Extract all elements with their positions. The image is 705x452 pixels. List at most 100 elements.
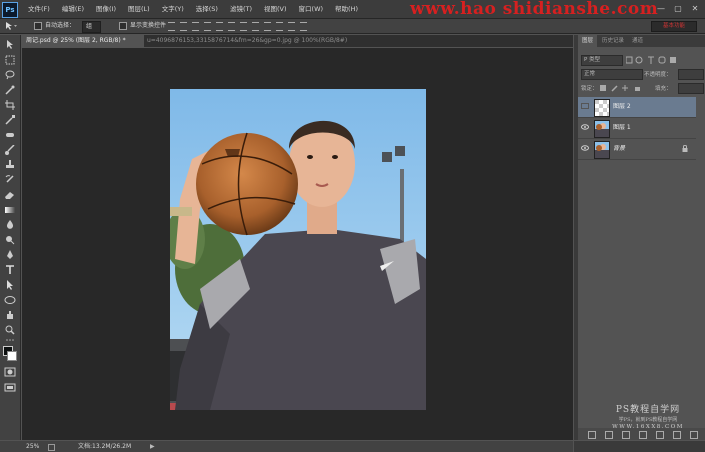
distribute-right-icon[interactable] [300, 22, 307, 31]
new-group-icon[interactable] [656, 431, 664, 439]
minimize-button[interactable]: — [654, 3, 668, 14]
layer-row[interactable]: 背景 [578, 139, 696, 160]
auto-select-dropdown[interactable]: 组 [82, 21, 102, 33]
blur-tool-icon[interactable] [4, 220, 16, 230]
adjustment-layer-icon[interactable] [639, 431, 647, 439]
align-bottom-icon[interactable] [192, 22, 199, 31]
workspace-switcher[interactable]: 基本功能 [651, 21, 697, 32]
link-layers-icon[interactable] [588, 431, 596, 439]
options-bar: 自动选择： 组 显示变换控件 基本功能 [0, 19, 705, 34]
brush-tool-icon[interactable] [4, 144, 16, 155]
menu-filter[interactable]: 滤镜(T) [224, 0, 258, 18]
status-left-filler [0, 441, 22, 452]
layer-row[interactable]: 图层 2 [578, 97, 696, 118]
layer-thumbnail [594, 99, 610, 117]
type-tool-icon[interactable] [4, 265, 16, 275]
auto-select-checkbox[interactable]: 自动选择： [34, 21, 75, 31]
healing-brush-tool-icon[interactable] [4, 130, 16, 140]
tab-second-document[interactable]: u=4096876153,3315876714&fm=26&gp=0.jpg @… [143, 35, 367, 47]
shape-tool-icon[interactable] [4, 295, 16, 305]
opacity-input[interactable] [678, 69, 704, 80]
align-hcenter-icon[interactable] [216, 22, 223, 31]
eye-icon[interactable] [581, 124, 589, 130]
distribute-top-icon[interactable] [240, 22, 247, 31]
history-brush-tool-icon[interactable] [4, 175, 16, 185]
layer-visibility-toggle[interactable] [581, 103, 589, 109]
menu-edit[interactable]: 编辑(E) [56, 0, 90, 18]
layer-style-icon[interactable] [605, 431, 613, 439]
layer-name[interactable]: 背景 [613, 139, 625, 159]
auto-select-value: 组 [82, 21, 102, 33]
menu-image[interactable]: 图像(I) [90, 0, 122, 18]
move-tool-icon[interactable] [4, 40, 16, 50]
blend-mode-dropdown[interactable]: 正常 [581, 69, 643, 80]
quick-mask-icon[interactable] [4, 367, 16, 377]
tab-second-document-label: u=4096876153,3315876714&fm=26&gp=0.jpg @… [147, 37, 348, 44]
align-left-icon[interactable] [204, 22, 211, 31]
zoom-tool-icon[interactable] [4, 325, 16, 335]
lock-icons[interactable] [600, 84, 650, 92]
show-transform-checkbox[interactable]: 显示变换控件 [119, 21, 166, 31]
tab-layers[interactable]: 图层 [578, 35, 598, 47]
clone-stamp-tool-icon[interactable] [4, 160, 16, 170]
path-selection-tool-icon[interactable] [4, 280, 16, 290]
menu-view[interactable]: 视图(V) [258, 0, 293, 18]
menu-layer[interactable]: 图层(L) [122, 0, 156, 18]
eraser-tool-icon[interactable] [4, 190, 16, 200]
screen-mode-icon[interactable] [4, 382, 16, 392]
delete-layer-icon[interactable] [690, 431, 698, 439]
more-tools-icon[interactable] [4, 337, 16, 343]
distribute-hcenter-icon[interactable] [288, 22, 295, 31]
align-top-icon[interactable] [168, 22, 175, 31]
background-color-swatch[interactable] [7, 351, 17, 361]
align-right-icon[interactable] [228, 22, 235, 31]
new-layer-icon[interactable] [673, 431, 681, 439]
distribute-bottom-icon[interactable] [264, 22, 271, 31]
menu-file[interactable]: 文件(F) [22, 0, 56, 18]
lasso-tool-icon[interactable] [4, 70, 16, 80]
close-button[interactable]: ✕ [688, 3, 702, 14]
layer-name[interactable]: 图层 1 [613, 118, 631, 138]
maximize-button[interactable]: ▢ [671, 3, 685, 14]
watermark-bottom: PS教程自学网 学PS，就到PS教程自学网 WWW.16XX8.COM [598, 402, 698, 430]
menu-window[interactable]: 窗口(W) [293, 0, 330, 18]
fill-input[interactable] [678, 83, 704, 94]
tab-history[interactable]: 历史记录 [598, 35, 628, 47]
distribute-left-icon[interactable] [276, 22, 283, 31]
eye-icon[interactable] [581, 145, 589, 151]
document-image[interactable] [170, 89, 426, 410]
watermark-top: www.hao shidianshe.com [410, 0, 659, 19]
opacity-label: 不透明度： [644, 72, 672, 78]
hand-tool-icon[interactable] [4, 310, 16, 320]
layers-panel: 图层 历史记录 通道 P 类型 正常 不透明度： 锁定： 填充： 图层 2 图层… [578, 35, 705, 440]
align-vcenter-icon[interactable] [180, 22, 187, 31]
watermark-line2: 学PS，就到PS教程自学网 [618, 417, 678, 423]
filter-icons [578, 55, 705, 67]
quick-select-tool-icon[interactable] [4, 85, 16, 95]
crop-tool-icon[interactable] [4, 100, 16, 110]
layer-name[interactable]: 图层 2 [613, 97, 631, 117]
menu-select[interactable]: 选择(S) [190, 0, 224, 18]
tab-channels[interactable]: 通道 [628, 35, 647, 47]
distribute-vcenter-icon[interactable] [252, 22, 259, 31]
align-buttons [168, 22, 307, 31]
zoom-level[interactable]: 25% [26, 441, 39, 452]
lock-label: 锁定： [581, 86, 598, 92]
pen-tool-icon[interactable] [4, 250, 16, 260]
eyedropper-tool-icon[interactable] [4, 115, 16, 125]
marquee-tool-icon[interactable] [4, 55, 16, 65]
menu-items: 文件(F) 编辑(E) 图像(I) 图层(L) 文字(Y) 选择(S) 滤镜(T… [22, 0, 364, 18]
move-tool-icon[interactable] [4, 21, 18, 35]
menu-type[interactable]: 文字(Y) [156, 0, 190, 18]
menu-help[interactable]: 帮助(H) [329, 0, 364, 18]
photoshop-logo: Ps [2, 2, 18, 18]
status-icon[interactable] [48, 444, 55, 451]
layer-row[interactable]: 图层 1 [578, 118, 696, 139]
add-mask-icon[interactable] [622, 431, 630, 439]
status-menu-arrow-icon[interactable]: ▶ [150, 441, 155, 452]
tab-current-document[interactable]: 周记.psd @ 25% (图层 2, RGB/8) * [22, 35, 144, 47]
dodge-tool-icon[interactable] [4, 235, 16, 245]
gradient-tool-icon[interactable] [4, 205, 16, 215]
layer-thumbnail [594, 120, 610, 138]
status-right-filler [574, 441, 705, 452]
